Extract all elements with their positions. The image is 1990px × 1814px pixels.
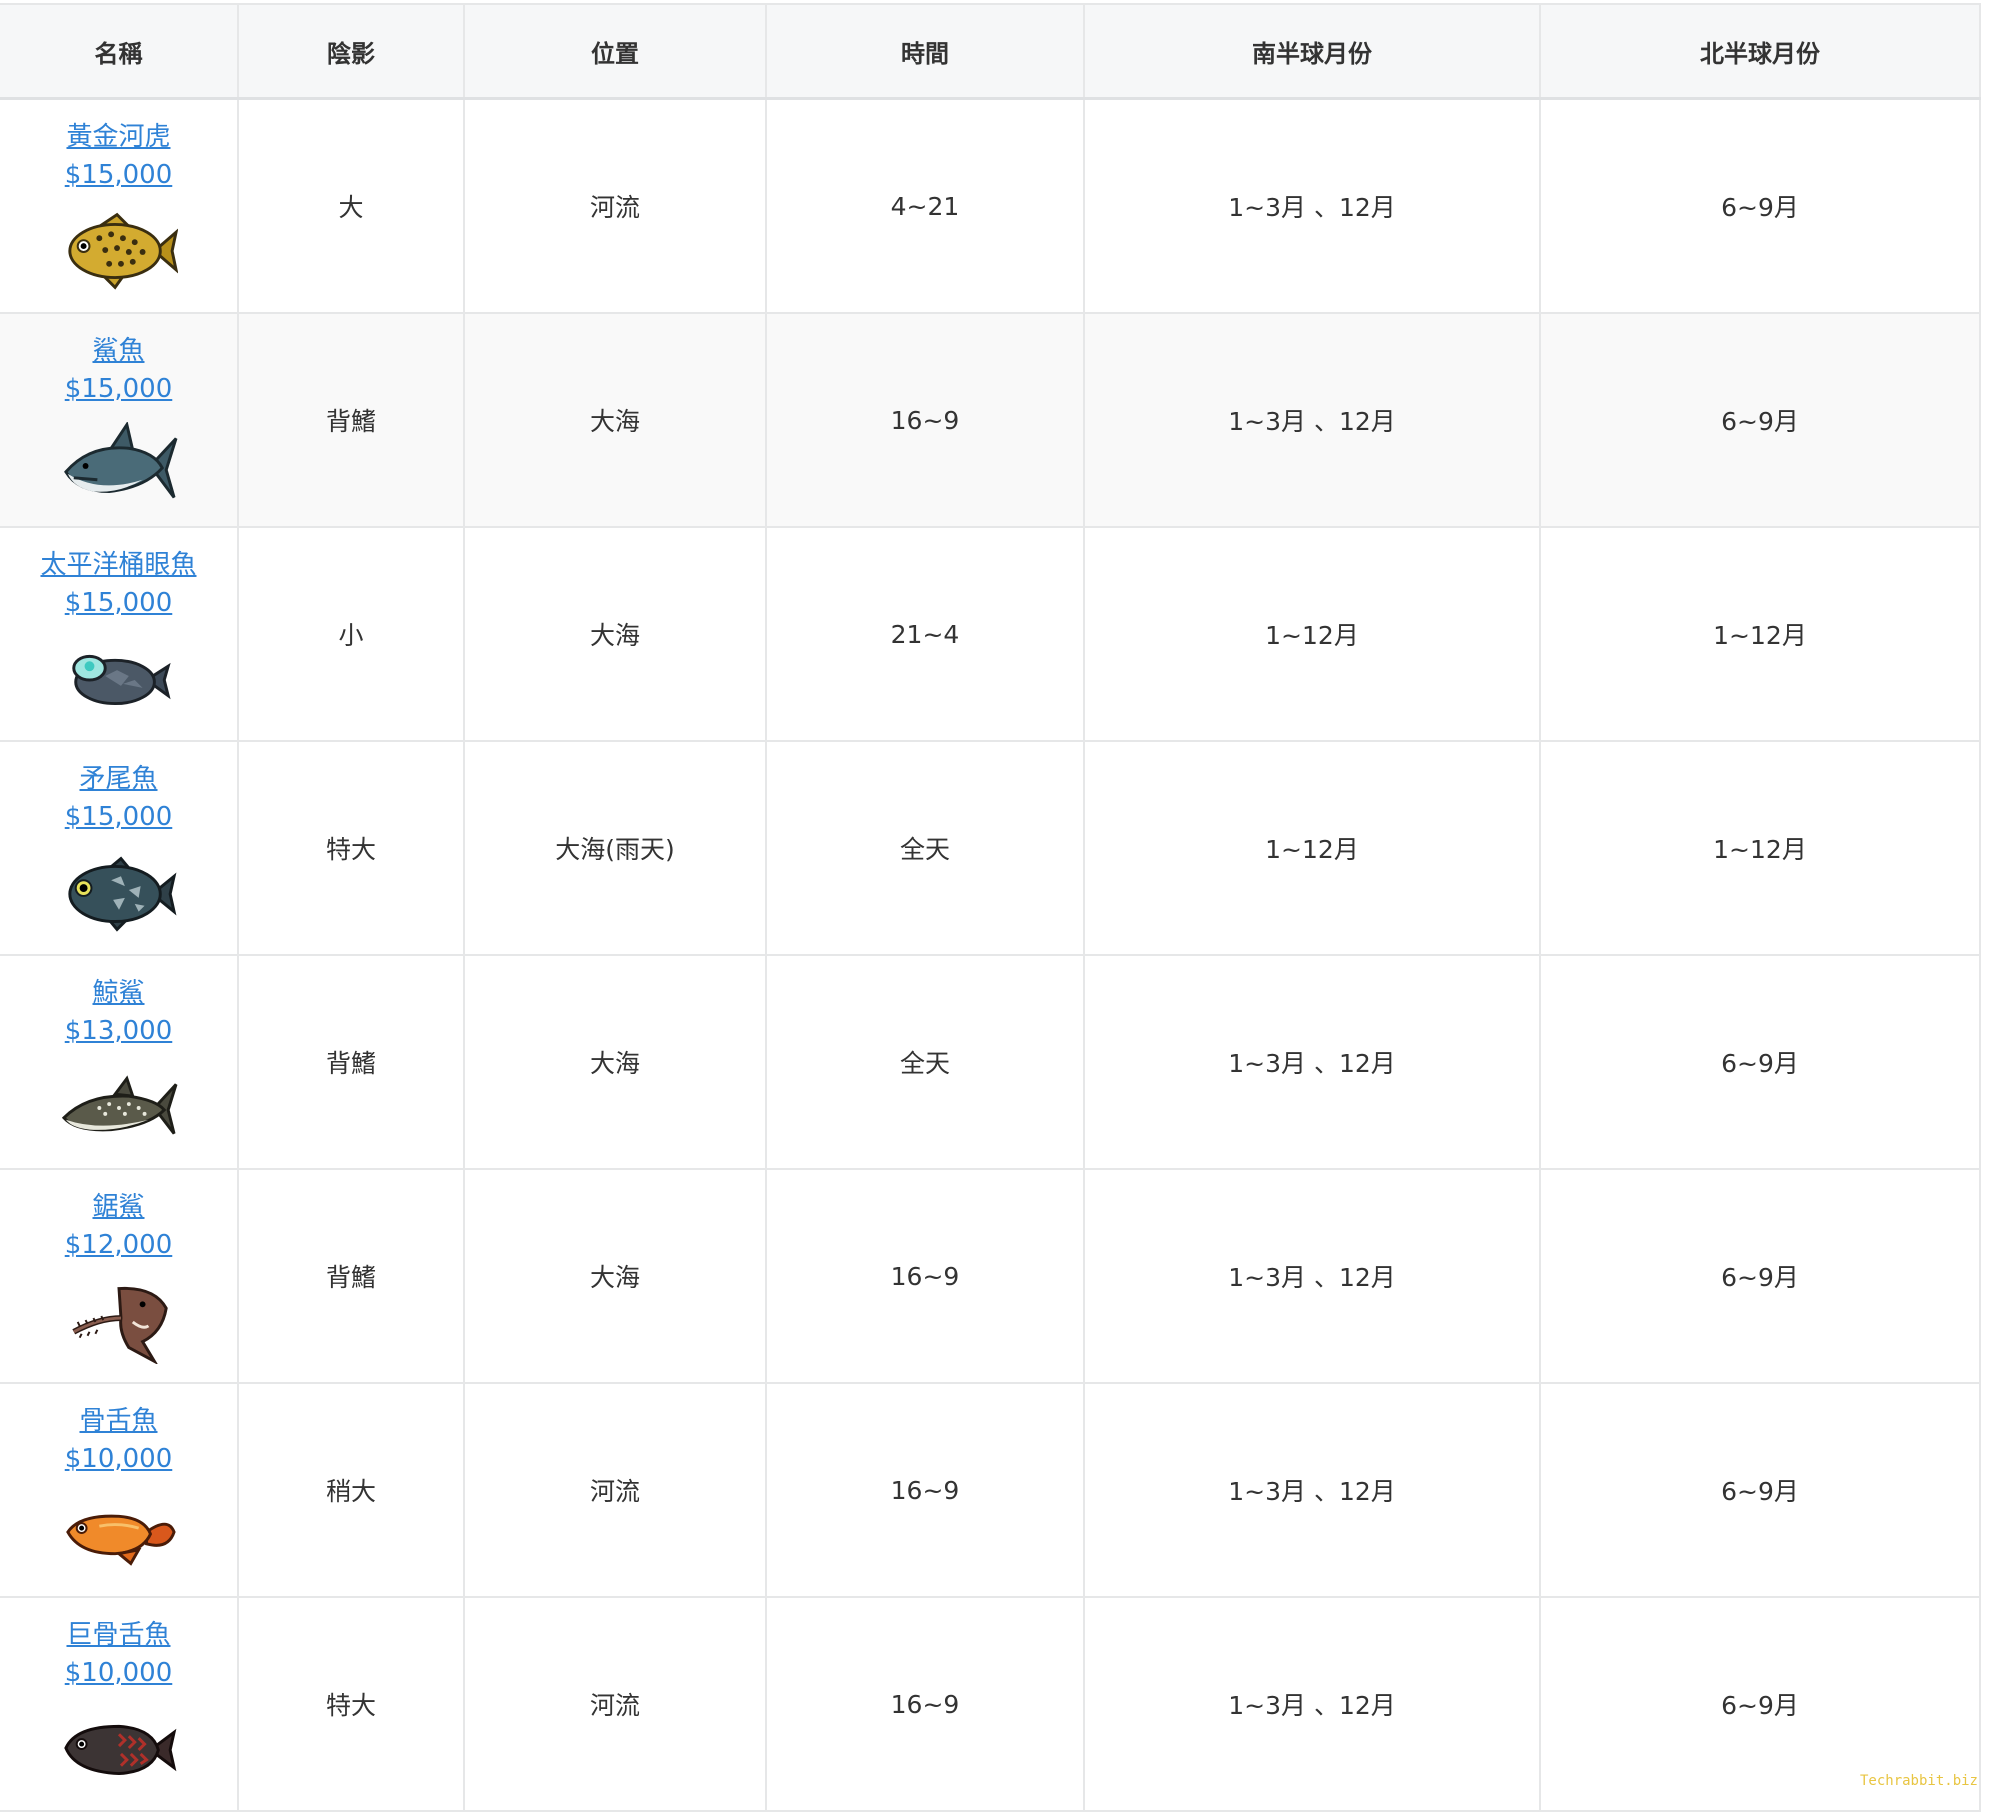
north-months-cell: 6~9月 [1540, 313, 1981, 528]
fish-price-link[interactable]: $15,000 [0, 370, 237, 408]
name-cell: 黃金河虎 $15,000 [0, 98, 239, 314]
north-months-cell: 1~12月 [1540, 741, 1981, 956]
fish-name-link[interactable]: 黃金河虎 [0, 118, 237, 156]
whale-shark-icon [61, 1075, 177, 1135]
fish-price-link[interactable]: $10,000 [0, 1440, 237, 1478]
time-cell: 16~9 [766, 313, 1085, 528]
location-cell: 大海 [464, 955, 767, 1170]
table-row: 骨舌魚 $10,000 稍大 河流 16~9 1~3月 、12月 6~9月 [0, 1383, 1981, 1598]
shadow-cell: 背鰭 [238, 955, 465, 1170]
shark-icon [63, 422, 177, 499]
fish-name-link[interactable]: 骨舌魚 [0, 1402, 237, 1440]
fish-name-link[interactable]: 巨骨舌魚 [0, 1616, 237, 1654]
fish-price-link[interactable]: $12,000 [0, 1226, 237, 1264]
fish-price-link[interactable]: $15,000 [0, 584, 237, 622]
location-cell: 大海 [464, 1169, 767, 1384]
name-cell: 矛尾魚 $15,000 [0, 741, 239, 956]
time-cell: 21~4 [766, 527, 1085, 742]
name-cell: 鯨鯊 $13,000 [0, 955, 239, 1170]
north-months-cell: 1~12月 [1540, 527, 1981, 742]
table-row: 矛尾魚 $15,000 特大 大海(雨天) 全天 1~12月 1~12月 [0, 741, 1981, 956]
watermark: Techrabbit.biz [1859, 1773, 1978, 1789]
south-months-cell: 1~3月 、12月 [1084, 1597, 1541, 1812]
location-cell: 大海 [464, 313, 767, 528]
fish-name-link[interactable]: 矛尾魚 [0, 760, 237, 798]
name-cell: 太平洋桶眼魚 $15,000 [0, 527, 239, 742]
time-cell: 全天 [766, 955, 1085, 1170]
north-months-cell: 6~9月 [1540, 1383, 1981, 1598]
location-cell: 河流 [464, 1383, 767, 1598]
table-row: 太平洋桶眼魚 $15,000 小 大海 21~4 1~12月 1~12月 [0, 527, 1981, 742]
header-row: 名稱 陰影 位置 時間 南半球月份 北半球月份 [0, 3, 1981, 100]
table-row: 鋸鯊 $12,000 背鰭 大海 16~9 1~3月 、12月 6~9月 [0, 1169, 1981, 1384]
fish-price-link[interactable]: $15,000 [0, 798, 237, 836]
south-months-cell: 1~3月 、12月 [1084, 313, 1541, 528]
golden-trout-icon [67, 212, 178, 290]
location-cell: 河流 [464, 98, 767, 314]
south-months-cell: 1~3月 、12月 [1084, 1169, 1541, 1384]
fish-name-link[interactable]: 鋸鯊 [0, 1188, 237, 1226]
table-row: 鯨鯊 $13,000 背鰭 大海 全天 1~3月 、12月 6~9月 [0, 955, 1981, 1170]
shadow-cell: 大 [238, 98, 465, 314]
time-cell: 16~9 [766, 1597, 1085, 1812]
shadow-cell: 特大 [238, 1597, 465, 1812]
location-cell: 河流 [464, 1597, 767, 1812]
fish-name-link[interactable]: 鯨鯊 [0, 974, 237, 1012]
south-months-cell: 1~3月 、12月 [1084, 955, 1541, 1170]
name-cell: 鯊魚 $15,000 [0, 313, 239, 528]
fish-name-link[interactable]: 太平洋桶眼魚 [0, 546, 237, 584]
header-time[interactable]: 時間 [766, 3, 1085, 100]
time-cell: 4~21 [766, 98, 1085, 314]
header-shadow[interactable]: 陰影 [238, 3, 465, 100]
table-row: 鯊魚 $15,000 背鰭 大海 16~9 1~3月 、12月 6~9月 [0, 313, 1981, 528]
time-cell: 全天 [766, 741, 1085, 956]
fish-price-link[interactable]: $13,000 [0, 1012, 237, 1050]
coelacanth-icon [67, 856, 176, 932]
table-row: 巨骨舌魚 $10,000 特大 河流 16~9 1~3月 、12月 6~9月 [0, 1597, 1981, 1812]
shadow-cell: 小 [238, 527, 465, 742]
shadow-cell: 特大 [238, 741, 465, 956]
north-months-cell: 6~9月 [1540, 98, 1981, 314]
barreleye-icon [71, 654, 171, 706]
south-months-cell: 1~12月 [1084, 741, 1541, 956]
name-cell: 鋸鯊 $12,000 [0, 1169, 239, 1384]
time-cell: 16~9 [766, 1383, 1085, 1598]
arapaima-icon [63, 1724, 176, 1776]
location-cell: 大海(雨天) [464, 741, 767, 956]
header-name[interactable]: 名稱 [0, 3, 239, 100]
table-row: 黃金河虎 $15,000 大 河流 4~21 1~3月 、12月 6~9月 [0, 98, 1981, 314]
header-south-months[interactable]: 南半球月份 [1084, 3, 1541, 100]
shadow-cell: 背鰭 [238, 313, 465, 528]
fish-price-link[interactable]: $10,000 [0, 1654, 237, 1692]
header-location[interactable]: 位置 [464, 3, 767, 100]
north-months-cell: 6~9月 [1540, 1169, 1981, 1384]
south-months-cell: 1~12月 [1084, 527, 1541, 742]
header-north-months[interactable]: 北半球月份 [1540, 3, 1981, 100]
saw-shark-icon [71, 1286, 168, 1364]
shadow-cell: 稍大 [238, 1383, 465, 1598]
shadow-cell: 背鰭 [238, 1169, 465, 1384]
fish-table: 名稱 陰影 位置 時間 南半球月份 北半球月份 黃金河虎 $15,000 大 河… [0, 3, 1981, 1812]
name-cell: 巨骨舌魚 $10,000 [0, 1597, 239, 1812]
north-months-cell: 6~9月 [1540, 955, 1981, 1170]
south-months-cell: 1~3月 、12月 [1084, 1383, 1541, 1598]
fish-name-link[interactable]: 鯊魚 [0, 332, 237, 370]
south-months-cell: 1~3月 、12月 [1084, 98, 1541, 314]
time-cell: 16~9 [766, 1169, 1085, 1384]
location-cell: 大海 [464, 527, 767, 742]
fish-price-link[interactable]: $15,000 [0, 156, 237, 194]
arowana-icon [65, 1514, 176, 1566]
name-cell: 骨舌魚 $10,000 [0, 1383, 239, 1598]
